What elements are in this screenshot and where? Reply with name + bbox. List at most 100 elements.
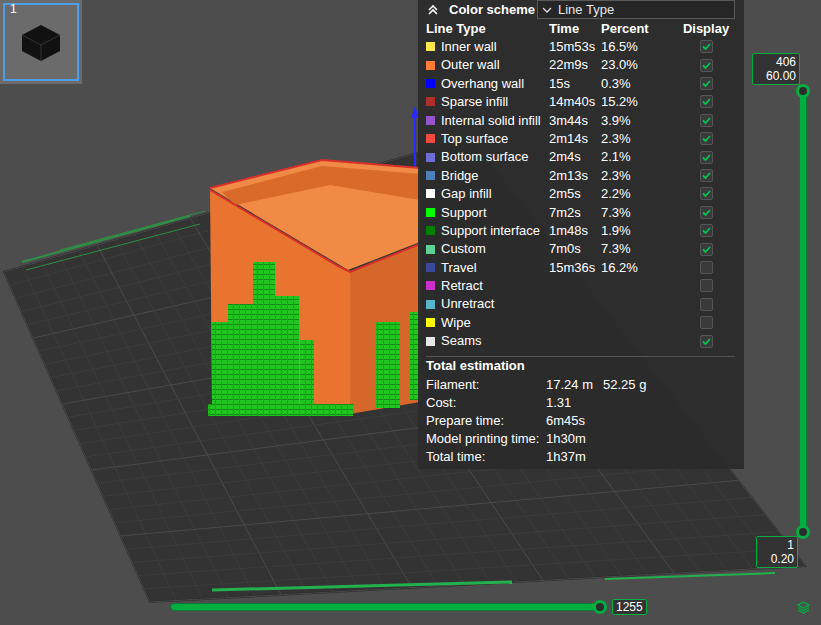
line-type-percent: 2.2% bbox=[601, 184, 677, 204]
check-icon bbox=[701, 207, 712, 218]
display-checkbox[interactable] bbox=[700, 298, 713, 311]
lower-layer-label: 10.20 bbox=[756, 536, 798, 568]
check-icon bbox=[701, 170, 712, 181]
legend-row[interactable]: Bottom surface2m4s2.1% bbox=[426, 147, 735, 165]
upper-layer-handle[interactable] bbox=[796, 84, 810, 98]
color-swatch bbox=[426, 61, 435, 70]
line-type-percent: 15.2% bbox=[601, 92, 677, 112]
display-checkbox[interactable] bbox=[700, 40, 713, 53]
upper-layer-label: 40660.00 bbox=[752, 53, 800, 85]
legend-row[interactable]: Inner wall15m53s16.5% bbox=[426, 37, 735, 55]
total-label: Total time: bbox=[426, 447, 546, 467]
line-type-percent: 3.9% bbox=[601, 111, 677, 131]
check-icon bbox=[701, 225, 712, 236]
legend-row[interactable]: Bridge2m13s2.3% bbox=[426, 166, 735, 184]
color-swatch bbox=[426, 97, 435, 106]
lower-layer-handle[interactable] bbox=[796, 525, 810, 539]
line-type-percent: 2.3% bbox=[601, 166, 677, 186]
legend-row[interactable]: Custom7m0s7.3% bbox=[426, 239, 735, 257]
display-checkbox[interactable] bbox=[700, 187, 713, 200]
move-slider-handle[interactable] bbox=[593, 600, 607, 614]
display-checkbox[interactable] bbox=[700, 206, 713, 219]
color-swatch bbox=[426, 300, 435, 309]
scheme-dropdown[interactable]: Line Type bbox=[537, 0, 735, 19]
plate-thumbnail[interactable]: 1 bbox=[0, 0, 82, 84]
line-type-percent: 23.0% bbox=[601, 55, 677, 75]
line-type-time: 15s bbox=[549, 74, 601, 94]
display-checkbox[interactable] bbox=[700, 132, 713, 145]
legend-panel: Color schemeLine TypeLine TypeTimePercen… bbox=[418, 0, 744, 469]
legend-row[interactable]: Retract bbox=[426, 276, 735, 294]
line-type-time: 7m2s bbox=[549, 203, 601, 223]
line-type-percent: 2.1% bbox=[601, 147, 677, 167]
display-checkbox[interactable] bbox=[700, 224, 713, 237]
total-label: Model printing time: bbox=[426, 429, 546, 449]
legend-row[interactable]: Sparse infill14m40s15.2% bbox=[426, 92, 735, 110]
color-swatch bbox=[426, 134, 435, 143]
check-icon bbox=[701, 41, 712, 52]
color-swatch bbox=[426, 153, 435, 162]
color-swatch bbox=[426, 79, 435, 88]
collapse-chevron-icon[interactable] bbox=[426, 3, 440, 17]
line-type-time: 15m36s bbox=[549, 258, 601, 278]
legend-row[interactable]: Outer wall22m9s23.0% bbox=[426, 55, 735, 73]
check-icon bbox=[701, 115, 712, 126]
display-checkbox[interactable] bbox=[700, 151, 713, 164]
move-slider-track[interactable] bbox=[170, 603, 600, 611]
total-value: 17.24 m bbox=[546, 375, 603, 395]
total-label: Cost: bbox=[426, 393, 546, 413]
color-swatch bbox=[426, 171, 435, 180]
legend-row[interactable]: Support interface1m48s1.9% bbox=[426, 221, 735, 239]
display-checkbox[interactable] bbox=[700, 59, 713, 72]
total-row: Prepare time:6m45s bbox=[426, 411, 735, 429]
line-type-label: Wipe bbox=[441, 313, 549, 333]
display-checkbox[interactable] bbox=[700, 114, 713, 127]
display-checkbox[interactable] bbox=[700, 316, 713, 329]
color-swatch bbox=[426, 245, 435, 254]
legend-row[interactable]: Support7m2s7.3% bbox=[426, 203, 735, 221]
legend-title: Color scheme bbox=[449, 0, 535, 19]
line-type-time: 7m0s bbox=[549, 239, 601, 259]
total-value: 1h37m bbox=[546, 447, 603, 467]
display-checkbox[interactable] bbox=[700, 243, 713, 256]
line-type-time: 2m5s bbox=[549, 184, 601, 204]
check-icon bbox=[701, 188, 712, 199]
legend-row[interactable]: Seams bbox=[426, 331, 735, 349]
legend-row[interactable]: Unretract bbox=[426, 294, 735, 312]
legend-row[interactable]: Travel15m36s16.2% bbox=[426, 258, 735, 276]
line-type-label: Top surface bbox=[441, 129, 549, 149]
line-type-label: Retract bbox=[441, 276, 549, 296]
display-checkbox[interactable] bbox=[700, 261, 713, 274]
lower-layer-number: 1 bbox=[760, 538, 794, 552]
line-type-percent: 16.2% bbox=[601, 258, 677, 278]
legend-row[interactable]: Gap infill2m5s2.2% bbox=[426, 184, 735, 202]
line-type-time: 14m40s bbox=[549, 92, 601, 112]
line-type-label: Outer wall bbox=[441, 55, 549, 75]
move-slider-label: 1255 bbox=[612, 599, 647, 615]
check-icon bbox=[701, 96, 712, 107]
line-type-time: 2m13s bbox=[549, 166, 601, 186]
display-checkbox[interactable] bbox=[700, 169, 713, 182]
layers-icon[interactable] bbox=[796, 600, 811, 615]
legend-row[interactable]: Overhang wall15s0.3% bbox=[426, 74, 735, 92]
display-checkbox[interactable] bbox=[700, 335, 713, 348]
line-type-percent: 0.3% bbox=[601, 74, 677, 94]
model-box bbox=[210, 160, 420, 416]
layer-slider-track[interactable] bbox=[799, 91, 807, 532]
column-header: Line Type bbox=[426, 19, 549, 39]
display-checkbox[interactable] bbox=[700, 279, 713, 292]
upper-layer-number: 406 bbox=[756, 55, 796, 69]
column-header: Time bbox=[549, 19, 601, 39]
lower-layer-height: 0.20 bbox=[760, 552, 794, 566]
display-checkbox[interactable] bbox=[700, 95, 713, 108]
check-icon bbox=[701, 133, 712, 144]
display-checkbox[interactable] bbox=[700, 77, 713, 90]
line-type-label: Bottom surface bbox=[441, 147, 549, 167]
legend-row[interactable]: Wipe bbox=[426, 313, 735, 331]
legend-header: Color schemeLine Type bbox=[426, 0, 735, 19]
total-row: Total time:1h37m bbox=[426, 447, 735, 465]
line-type-label: Seams bbox=[441, 331, 549, 351]
legend-row[interactable]: Top surface2m14s2.3% bbox=[426, 129, 735, 147]
line-type-percent: 7.3% bbox=[601, 203, 677, 223]
legend-row[interactable]: Internal solid infill3m44s3.9% bbox=[426, 111, 735, 129]
